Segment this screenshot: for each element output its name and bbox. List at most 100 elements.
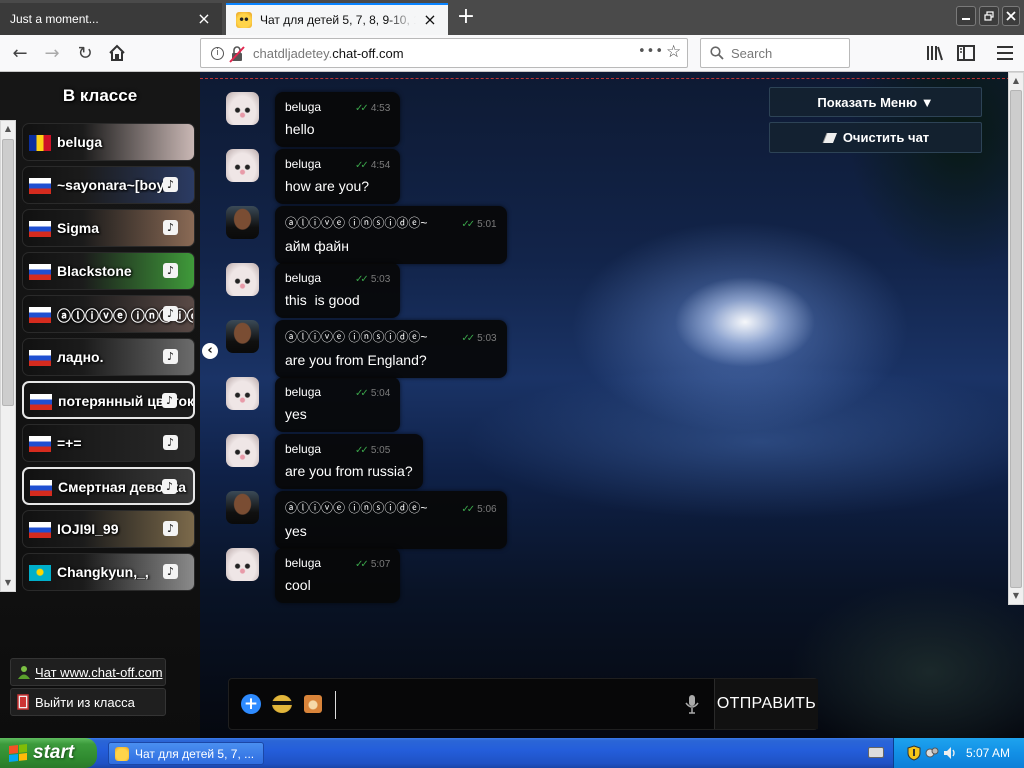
user-list-item[interactable]: beluga <box>22 123 195 161</box>
attach-plus-icon[interactable]: + <box>241 694 261 714</box>
user-list-item[interactable]: Смертная девочка ♪ <box>22 467 195 505</box>
user-list-item[interactable]: ⓐⓛⓘⓥⓔ ⓘⓝⓢⓘⓓⓔ~♪ <box>22 295 195 333</box>
info-icon[interactable]: i <box>211 47 224 60</box>
music-note-icon[interactable]: ♪ <box>163 435 178 450</box>
clear-chat-button[interactable]: Очистить чат <box>769 122 982 153</box>
message-bubble: beluga ✓✓ 4:54 how are you? <box>275 149 401 204</box>
music-note-icon[interactable]: ♪ <box>162 479 177 494</box>
exit-door-icon <box>17 694 29 710</box>
chat-message: beluga ✓✓ 5:07 cool <box>226 548 786 603</box>
message-author[interactable]: ⓐⓛⓘⓥⓔ ⓘⓝⓢⓘⓓⓔ~ <box>285 328 427 345</box>
message-author[interactable]: beluga <box>285 271 321 285</box>
network-icon[interactable] <box>924 745 940 761</box>
insecure-lock-icon[interactable] <box>229 45 245 63</box>
man-avatar[interactable] <box>226 491 259 524</box>
forward-arrow-icon[interactable]: → <box>41 42 63 64</box>
cat-avatar[interactable] <box>226 149 259 182</box>
leave-room-button[interactable]: Выйти из класса <box>10 688 166 716</box>
search-input[interactable] <box>729 43 847 63</box>
close-tab-icon[interactable]: × <box>196 11 212 27</box>
man-avatar[interactable] <box>226 206 259 239</box>
cat-avatar[interactable] <box>226 263 259 296</box>
message-text: айм файн <box>285 238 349 254</box>
user-list-item[interactable]: Changkyun,_, ♪ <box>22 553 195 591</box>
user-list-item[interactable]: =+= ♪ <box>22 424 195 462</box>
message-author[interactable]: beluga <box>285 385 321 399</box>
clock: 5:07 AM <box>965 746 1010 760</box>
keyboard-icon[interactable] <box>868 747 884 758</box>
page-scrollbar[interactable]: ▲ ▼ <box>1008 72 1024 605</box>
music-note-icon[interactable]: ♪ <box>163 177 178 192</box>
url-text[interactable]: chatdljadetey.chat-off.com <box>253 46 404 61</box>
cat-avatar[interactable] <box>226 92 259 125</box>
close-tab-icon[interactable]: × <box>422 12 438 28</box>
message-author[interactable]: beluga <box>285 556 321 570</box>
scroll-up-arrow-icon[interactable]: ▲ <box>1 121 15 137</box>
scroll-up-arrow-icon[interactable]: ▲ <box>1009 73 1023 89</box>
music-note-icon[interactable]: ♪ <box>163 263 178 278</box>
collapse-sidebar-icon[interactable]: ‹ <box>202 343 218 359</box>
back-arrow-icon[interactable]: ← <box>9 42 31 64</box>
minimize-button[interactable] <box>956 6 976 26</box>
message-input[interactable] <box>335 691 675 719</box>
speaker-icon[interactable] <box>942 745 958 761</box>
user-list-item[interactable]: IOJI9I_99 ♪ <box>22 510 195 548</box>
music-note-icon[interactable]: ♪ <box>163 220 178 235</box>
message-author[interactable]: beluga <box>285 157 321 171</box>
message-time: 5:05 <box>370 445 391 456</box>
send-button[interactable]: ОТПРАВИТЬ <box>714 679 818 729</box>
sidebar-scrollbar[interactable]: ▲ ▼ <box>0 120 16 592</box>
address-bar[interactable]: i chatdljadetey.chat-off.com ••• ☆ <box>200 38 688 68</box>
user-list-item[interactable]: потерянный цветок ♪ <box>22 381 195 419</box>
start-button[interactable]: start <box>0 738 97 768</box>
new-tab-icon[interactable]: + <box>456 2 476 32</box>
message-header: beluga ✓✓ 5:05 <box>285 442 413 456</box>
bookmark-star-icon[interactable]: ☆ <box>666 42 681 62</box>
user-list-item[interactable]: ~sayonara~[boy ♪ <box>22 166 195 204</box>
show-menu-button[interactable]: Показать Меню ▼ <box>769 87 982 117</box>
message-author[interactable]: beluga <box>285 100 321 114</box>
taskbar-window-button[interactable]: Чат для детей 5, 7, ... <box>108 742 264 765</box>
cat-avatar[interactable] <box>226 548 259 581</box>
cat-avatar[interactable] <box>226 434 259 467</box>
scrollbar-thumb[interactable] <box>2 139 14 406</box>
page-actions-icon[interactable]: ••• <box>638 44 664 59</box>
menu-icon[interactable] <box>994 42 1016 64</box>
music-note-icon[interactable]: ♪ <box>163 564 178 579</box>
music-note-icon[interactable]: ♪ <box>163 521 178 536</box>
message-text: are you from russia? <box>285 463 413 479</box>
message-author[interactable]: ⓐⓛⓘⓥⓔ ⓘⓝⓢⓘⓓⓔ~ <box>285 499 427 516</box>
message-time: 5:04 <box>370 388 391 399</box>
music-note-icon[interactable]: ♪ <box>163 349 178 364</box>
user-list-item[interactable]: Blackstone ♪ <box>22 252 195 290</box>
tab-strip: Just a moment... × Чат для детей 5, 7, 8… <box>0 0 1024 35</box>
man-avatar[interactable] <box>226 320 259 353</box>
reload-icon[interactable]: ↻ <box>74 42 96 64</box>
search-box[interactable] <box>700 38 850 68</box>
tab-chat[interactable]: Чат для детей 5, 7, 8, 9-10, 11... × <box>226 3 448 35</box>
tab-just-a-moment[interactable]: Just a moment... × <box>0 3 222 35</box>
security-shield-icon[interactable] <box>906 745 922 761</box>
cat-avatar[interactable] <box>226 377 259 410</box>
message-time: 5:03 <box>370 274 391 285</box>
microphone-icon[interactable] <box>684 694 700 714</box>
scroll-down-arrow-icon[interactable]: ▼ <box>1009 588 1023 604</box>
gift-icon[interactable] <box>304 695 322 713</box>
music-note-icon[interactable]: ♪ <box>163 306 178 321</box>
close-window-button[interactable] <box>1002 6 1020 26</box>
scrollbar-thumb[interactable] <box>1010 90 1022 588</box>
music-note-icon[interactable]: ♪ <box>162 393 177 408</box>
site-link[interactable]: Чат www.chat-off.com <box>10 658 166 686</box>
emoji-sunglasses-icon[interactable] <box>272 695 292 713</box>
windows-logo-icon <box>9 744 27 762</box>
sidebar-icon[interactable] <box>955 42 977 64</box>
message-author[interactable]: beluga <box>285 442 321 456</box>
site-link-label: Чат www.chat-off.com <box>35 664 163 680</box>
home-icon[interactable] <box>106 42 128 64</box>
library-icon[interactable] <box>924 42 946 64</box>
scroll-down-arrow-icon[interactable]: ▼ <box>1 575 15 591</box>
restore-button[interactable] <box>979 6 999 26</box>
user-list-item[interactable]: ладно. ♪ <box>22 338 195 376</box>
message-author[interactable]: ⓐⓛⓘⓥⓔ ⓘⓝⓢⓘⓓⓔ~ <box>285 214 427 231</box>
user-list-item[interactable]: Sigma ♪ <box>22 209 195 247</box>
